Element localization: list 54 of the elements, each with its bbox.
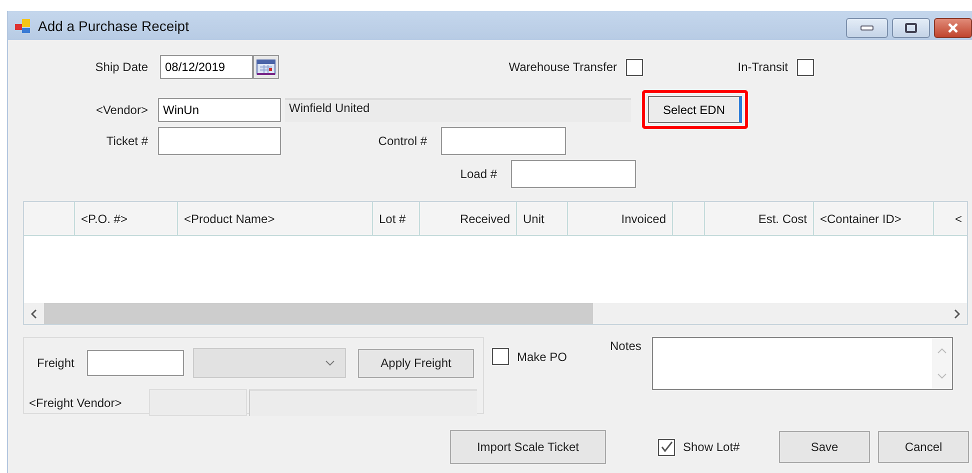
notes-label: Notes [610, 339, 642, 353]
minimize-button[interactable] [846, 18, 888, 38]
show-lot-label: Show Lot# [683, 440, 741, 454]
calendar-button[interactable] [253, 55, 279, 79]
window-title: Add a Purchase Receipt [38, 18, 189, 34]
ticket-label: Ticket # [105, 134, 148, 148]
warehouse-transfer-label: Warehouse Transfer [508, 60, 617, 74]
app-icon [14, 18, 32, 34]
ticket-field[interactable] [158, 126, 281, 154]
maximize-icon [905, 23, 917, 33]
close-icon [947, 23, 959, 33]
make-po-checkbox[interactable] [492, 348, 509, 365]
dialog-button[interactable]: Cancel [878, 431, 969, 463]
column-header[interactable]: Unit [517, 202, 568, 236]
show-lot-checkbox[interactable] [658, 438, 675, 456]
scrollbar-thumb[interactable] [44, 303, 593, 324]
select-edn-button[interactable]: Select EDN [648, 96, 742, 123]
freight-vendor-label: <Freight Vendor> [29, 396, 123, 410]
in-transit-label: In-Transit [736, 60, 788, 74]
minimize-icon [860, 25, 874, 31]
make-po-label: Make PO [517, 350, 568, 364]
control-field[interactable] [441, 126, 566, 154]
close-button[interactable] [934, 18, 972, 38]
freight-label: Freight [37, 356, 76, 370]
column-header[interactable]: < [934, 202, 967, 236]
column-header[interactable]: Received [420, 202, 517, 236]
column-header[interactable]: <Container ID> [814, 202, 934, 236]
load-label: Load # [459, 167, 497, 181]
column-header[interactable]: <Product Name> [178, 202, 373, 236]
column-header[interactable]: Est. Cost [705, 202, 814, 236]
maximize-button[interactable] [892, 18, 930, 38]
in-transit-checkbox[interactable] [797, 58, 814, 76]
chevron-down-icon [325, 360, 335, 366]
column-header[interactable]: Invoiced [568, 202, 673, 236]
control-label: Control # [377, 134, 427, 148]
vendor-label: <Vendor> [94, 102, 148, 116]
vertical-scrollbar[interactable] [932, 338, 952, 389]
notes-field[interactable] [652, 337, 954, 390]
scroll-up-icon[interactable] [937, 348, 948, 354]
horizontal-scrollbar[interactable] [24, 303, 967, 324]
import-scale-ticket-button[interactable]: Import Scale Ticket [450, 430, 606, 464]
apply-freight-button[interactable]: Apply Freight [358, 348, 474, 378]
column-header[interactable]: Lot # [373, 202, 420, 236]
ship-date-field[interactable]: 08/12/2019 [160, 55, 253, 79]
scroll-down-icon[interactable] [937, 373, 948, 380]
warehouse-transfer-checkbox[interactable] [626, 58, 643, 76]
freight-field[interactable] [87, 350, 184, 376]
dialog-button[interactable]: Save [779, 431, 870, 463]
load-field[interactable] [511, 160, 636, 188]
column-header[interactable]: <P.O. #> [75, 202, 178, 236]
calendar-icon [256, 59, 276, 75]
ship-date-label: Ship Date [94, 60, 148, 74]
vendor-code-field[interactable]: WinUn [158, 98, 281, 122]
vendor-name-field: Winfield United [285, 98, 631, 122]
